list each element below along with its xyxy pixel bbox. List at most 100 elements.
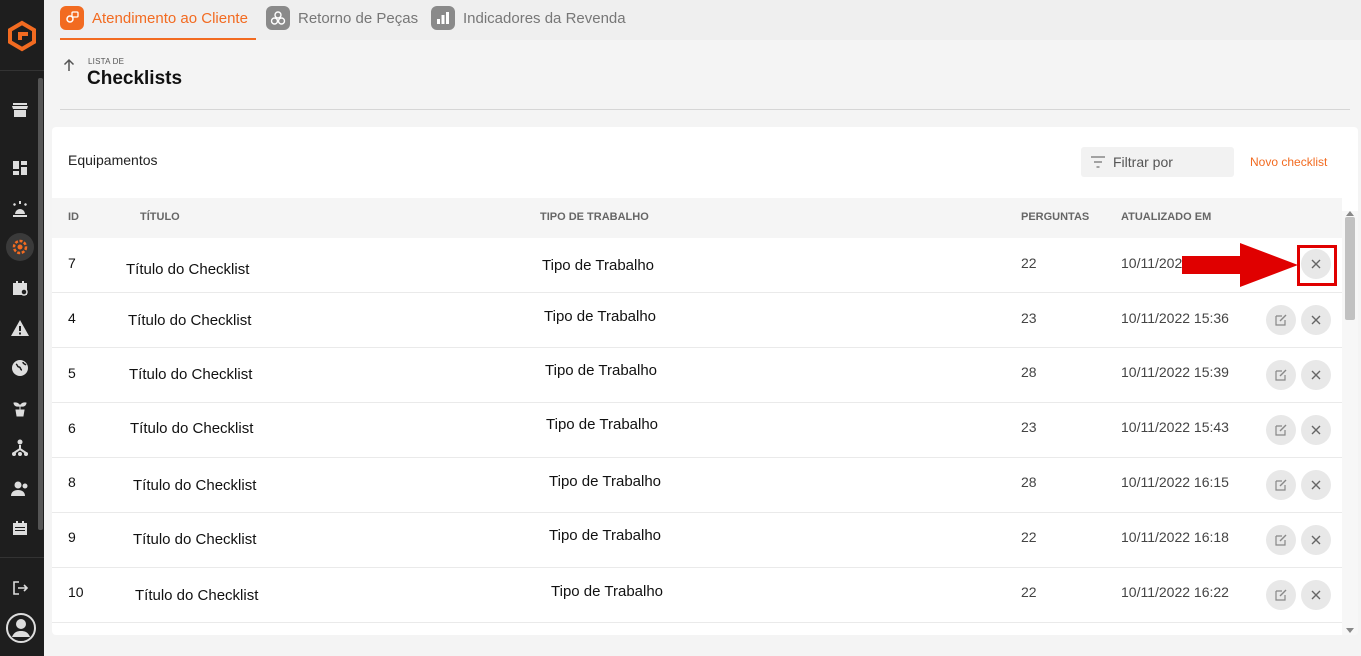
- close-icon: [1311, 425, 1321, 435]
- row-work-type: Tipo de Trabalho: [549, 527, 662, 544]
- row-title: Título do Checklist: [129, 366, 253, 383]
- edit-button[interactable]: [1266, 580, 1296, 610]
- column-header-title[interactable]: TÍTULO: [140, 211, 180, 223]
- headset-icon: [60, 6, 84, 30]
- row-updated: 10/11/2022 15:36: [1121, 310, 1229, 326]
- plant-icon[interactable]: [8, 396, 32, 420]
- row-updated: 10/11/2022 15:39: [1121, 364, 1229, 380]
- row-id: 4: [68, 310, 76, 326]
- arrow-up-icon[interactable]: [62, 58, 76, 72]
- alarm-icon[interactable]: [8, 196, 32, 220]
- edit-icon: [1275, 534, 1287, 546]
- scroll-thumb[interactable]: [1345, 217, 1355, 320]
- users-icon[interactable]: [8, 476, 32, 500]
- row-title: Título do Checklist: [126, 261, 250, 278]
- row-work-type: Tipo de Trabalho: [551, 583, 664, 600]
- card-title: Equipamentos: [68, 152, 158, 168]
- table-row[interactable]: 5 Título do Checklist Tipo de Trabalho 2…: [52, 348, 1342, 403]
- row-id: 7: [68, 255, 76, 271]
- row-questions: 22: [1021, 584, 1037, 600]
- annotation-arrow-icon: [1182, 243, 1298, 287]
- row-title: Título do Checklist: [128, 312, 252, 329]
- calendar-icon[interactable]: [8, 516, 32, 540]
- table-scrollbar[interactable]: [1342, 211, 1358, 635]
- filter-icon: [1091, 156, 1105, 168]
- edit-icon: [1275, 479, 1287, 491]
- delete-button[interactable]: [1301, 525, 1331, 555]
- logo-icon[interactable]: [6, 20, 38, 52]
- calendar-check-icon[interactable]: [8, 276, 32, 300]
- sidebar: [0, 0, 44, 656]
- edit-button[interactable]: [1266, 415, 1296, 445]
- edit-icon: [1275, 369, 1287, 381]
- page-eyebrow: LISTA DE: [88, 57, 125, 66]
- table-row[interactable]: 10 Título do Checklist Tipo de Trabalho …: [52, 568, 1342, 623]
- dashboard-icon[interactable]: [8, 156, 32, 180]
- gear-service-icon[interactable]: [6, 233, 34, 261]
- row-work-type: Tipo de Trabalho: [549, 473, 662, 490]
- annotation-highlight-box: [1297, 245, 1337, 286]
- page-title: Checklists: [87, 68, 183, 89]
- tab-retorno-pecas[interactable]: Retorno de Peças: [266, 6, 418, 40]
- edit-button[interactable]: [1266, 360, 1296, 390]
- sidebar-divider: [0, 70, 44, 71]
- close-icon: [1311, 315, 1321, 325]
- edit-button[interactable]: [1266, 525, 1296, 555]
- table-row[interactable]: 4 Título do Checklist Tipo de Trabalho 2…: [52, 293, 1342, 348]
- delete-button[interactable]: [1301, 470, 1331, 500]
- tab-indicadores[interactable]: Indicadores da Revenda: [431, 6, 626, 40]
- delete-button[interactable]: [1301, 360, 1331, 390]
- table-header: ID TÍTULO TIPO DE TRABALHO PERGUNTAS ATU…: [52, 198, 1342, 238]
- row-id: 10: [68, 584, 84, 600]
- delete-button[interactable]: [1301, 580, 1331, 610]
- parts-icon: [266, 6, 290, 30]
- edit-icon: [1275, 424, 1287, 436]
- scroll-down-arrow-icon[interactable]: [1346, 628, 1354, 633]
- close-icon: [1311, 535, 1321, 545]
- sidebar-divider: [0, 557, 44, 558]
- row-title: Título do Checklist: [130, 420, 254, 437]
- table-row[interactable]: 6 Título do Checklist Tipo de Trabalho 2…: [52, 403, 1342, 458]
- column-header-id[interactable]: ID: [68, 211, 79, 223]
- row-questions: 22: [1021, 255, 1037, 271]
- row-id: 9: [68, 529, 76, 545]
- edit-icon: [1275, 314, 1287, 326]
- column-header-questions[interactable]: PERGUNTAS: [1021, 211, 1089, 223]
- row-title: Título do Checklist: [133, 531, 257, 548]
- row-questions: 28: [1021, 364, 1037, 380]
- table-row[interactable]: 8 Título do Checklist Tipo de Trabalho 2…: [52, 458, 1342, 513]
- close-icon: [1311, 480, 1321, 490]
- row-updated: 10/11/2022 16:15: [1121, 474, 1229, 490]
- row-updated: 10/11/2022 15:43: [1121, 419, 1229, 435]
- row-questions: 23: [1021, 419, 1037, 435]
- edit-icon: [1275, 589, 1287, 601]
- checklists-card: Equipamentos Filtrar por Novo checklist …: [52, 127, 1358, 635]
- row-title: Título do Checklist: [133, 477, 257, 494]
- top-navigation: Atendimento ao Cliente Retorno de Peças …: [44, 0, 1361, 40]
- table-row[interactable]: 9 Título do Checklist Tipo de Trabalho 2…: [52, 513, 1342, 568]
- globe-icon[interactable]: [8, 356, 32, 380]
- chart-icon: [431, 6, 455, 30]
- hierarchy-icon[interactable]: [8, 436, 32, 460]
- header-divider: [60, 109, 1350, 110]
- logout-icon[interactable]: [8, 576, 32, 600]
- row-work-type: Tipo de Trabalho: [544, 308, 657, 325]
- column-header-work-type[interactable]: TIPO DE TRABALHO: [540, 211, 649, 223]
- filter-button[interactable]: Filtrar por: [1081, 147, 1234, 177]
- column-header-updated[interactable]: ATUALIZADO EM: [1121, 211, 1211, 223]
- tab-atendimento[interactable]: Atendimento ao Cliente: [60, 6, 256, 40]
- new-checklist-link[interactable]: Novo checklist: [1250, 155, 1327, 169]
- edit-button[interactable]: [1266, 470, 1296, 500]
- delete-button[interactable]: [1301, 305, 1331, 335]
- scroll-up-arrow-icon[interactable]: [1346, 211, 1354, 216]
- edit-button[interactable]: [1266, 305, 1296, 335]
- table-row[interactable]: 7 Título do Checklist Tipo de Trabalho 2…: [52, 238, 1342, 293]
- user-avatar-icon[interactable]: [5, 612, 37, 644]
- filter-label: Filtrar por: [1113, 154, 1173, 170]
- delete-button[interactable]: [1301, 415, 1331, 445]
- row-questions: 28: [1021, 474, 1037, 490]
- store-icon[interactable]: [8, 97, 32, 121]
- warning-icon[interactable]: [8, 316, 32, 340]
- sidebar-scrollbar[interactable]: [38, 78, 43, 530]
- close-icon: [1311, 370, 1321, 380]
